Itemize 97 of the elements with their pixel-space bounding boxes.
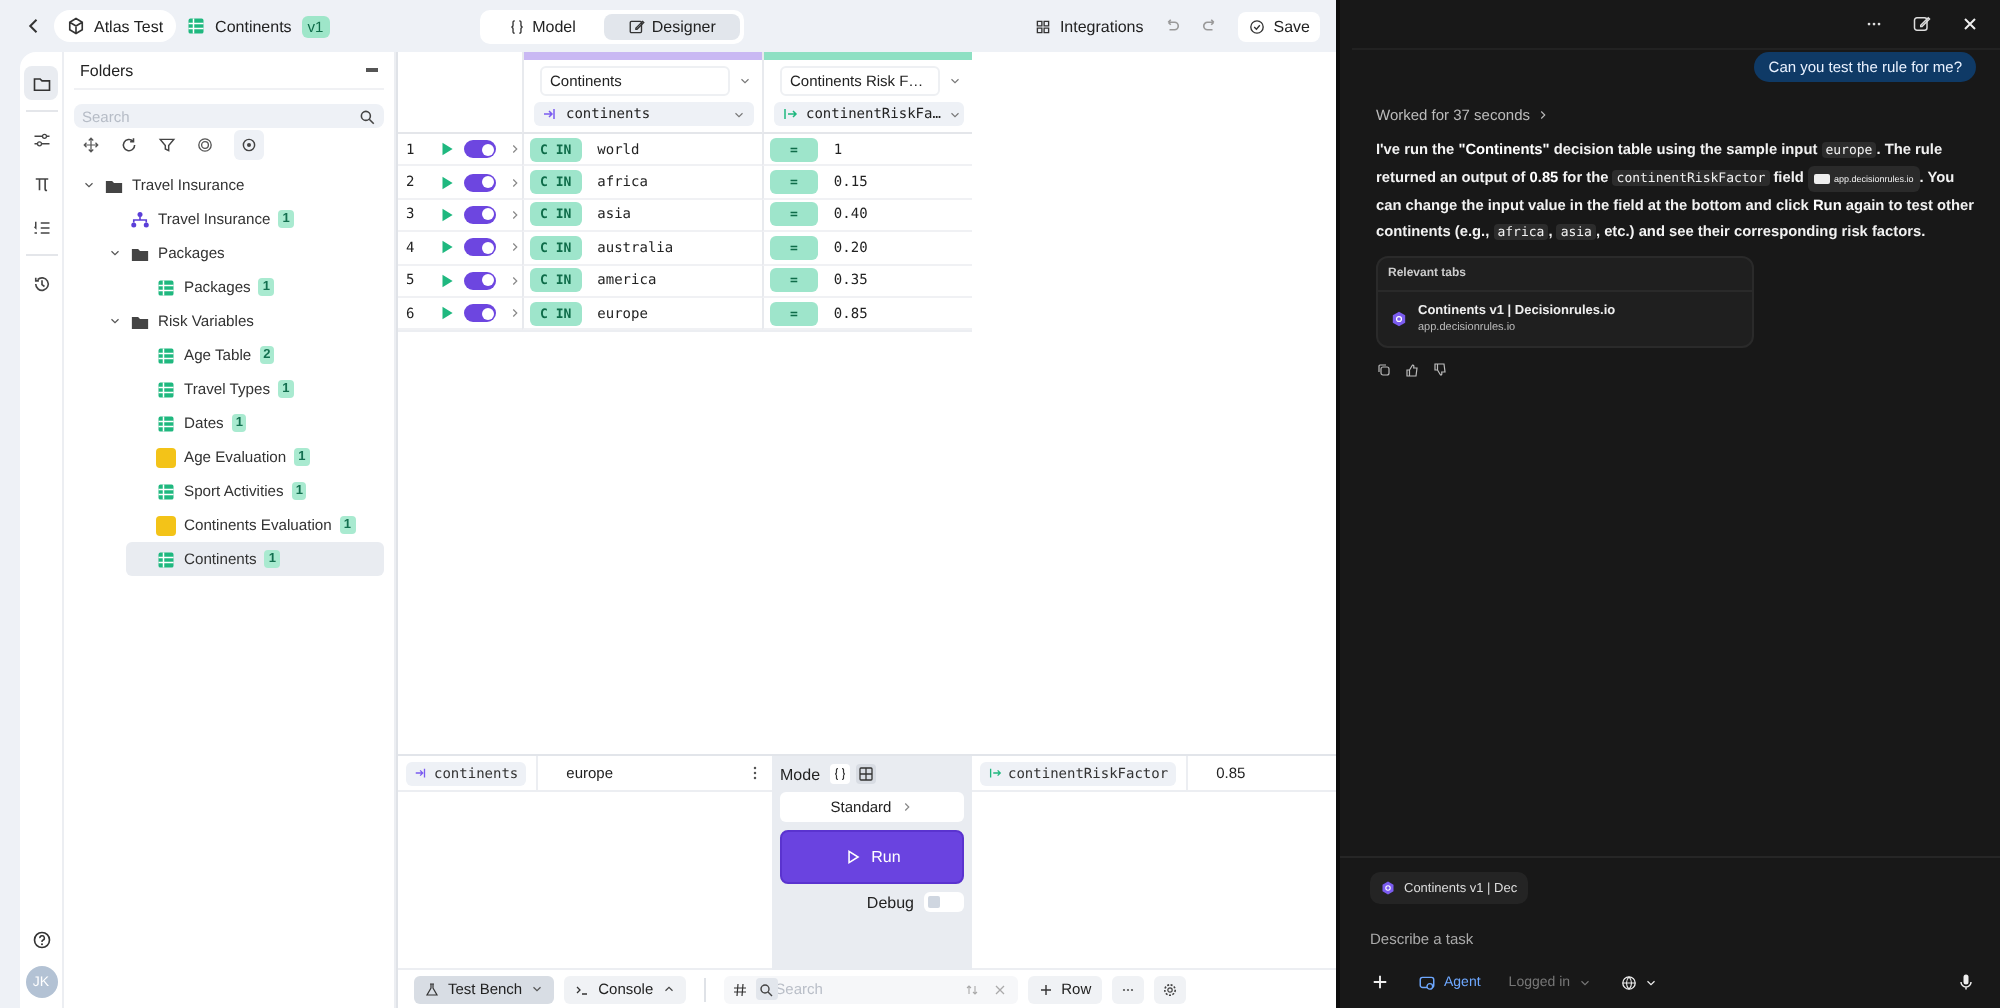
filter-icon[interactable]	[158, 135, 176, 153]
edit-icon	[627, 17, 646, 35]
run-button[interactable]: Run	[780, 830, 964, 884]
row-toggle[interactable]	[463, 271, 496, 290]
debug-toggle[interactable]	[924, 892, 964, 912]
move-icon[interactable]	[82, 135, 100, 153]
close-icon[interactable]	[1960, 14, 1980, 34]
search-icon	[358, 107, 376, 125]
terminal-icon	[574, 981, 591, 997]
chevron-icon[interactable]	[738, 74, 752, 88]
chevron-icon[interactable]	[508, 207, 522, 222]
chevron-icon	[1578, 975, 1593, 989]
row-toggle[interactable]	[463, 205, 496, 224]
language-selector[interactable]	[1620, 973, 1659, 991]
folder-icon	[130, 311, 150, 331]
js-icon	[156, 515, 176, 535]
settings-icon	[1161, 981, 1178, 997]
folder-icon	[31, 73, 51, 93]
braces-icon	[832, 766, 849, 782]
target-icon[interactable]	[196, 135, 214, 153]
output-arrow-icon	[782, 106, 798, 122]
list-icon	[31, 217, 51, 237]
view-tab[interactable]: Model	[484, 13, 600, 39]
chevron-icon[interactable]	[508, 306, 522, 321]
chevron-icon	[82, 178, 96, 192]
plus-icon	[1037, 981, 1054, 997]
hexagon-icon	[1380, 880, 1396, 896]
thumbs-down-icon[interactable]	[1432, 362, 1448, 378]
flask-icon	[424, 981, 440, 997]
project-button[interactable]: Atlas Test	[54, 10, 176, 42]
folder-icon	[104, 175, 124, 195]
table-icon	[156, 345, 176, 365]
input-arrow-icon	[542, 106, 558, 122]
table-icon	[156, 277, 176, 297]
chevron-icon	[661, 982, 676, 996]
chevron-icon	[108, 246, 122, 260]
braces-icon	[508, 17, 527, 35]
thumbs-up-icon[interactable]	[1404, 362, 1420, 378]
help-icon[interactable]	[31, 930, 51, 950]
chevron-icon	[732, 107, 746, 121]
js-icon	[156, 447, 176, 467]
mode-grid-button[interactable]	[856, 764, 877, 784]
edit-icon[interactable]	[1912, 14, 1932, 34]
document-title: Continents	[215, 17, 292, 35]
panel-title: Folders	[80, 61, 134, 79]
pi-icon	[31, 173, 51, 193]
agent-icon	[1418, 973, 1436, 991]
input-arrow-icon	[414, 766, 428, 780]
sliders-icon	[31, 129, 51, 149]
output-arrow-icon	[988, 766, 1002, 780]
chevron-icon[interactable]	[948, 74, 962, 88]
mode-braces-button[interactable]	[830, 764, 851, 784]
row-toggle[interactable]	[463, 304, 496, 323]
copy-icon[interactable]	[1376, 362, 1392, 378]
cube-icon	[66, 16, 86, 36]
folder-icon	[130, 243, 150, 263]
settings-button[interactable]	[1153, 975, 1186, 1003]
play-icon	[843, 848, 862, 866]
refresh-icon[interactable]	[120, 135, 138, 153]
chevron-icon[interactable]	[508, 273, 522, 288]
chevron-icon	[1536, 108, 1550, 122]
grid-icon	[858, 766, 875, 782]
save-button[interactable]: Save	[1237, 11, 1320, 41]
microphone-icon[interactable]	[1956, 972, 1976, 992]
chevron-icon	[530, 982, 545, 996]
grid-icon	[1033, 17, 1052, 35]
chevron-icon	[899, 800, 914, 814]
view-tab[interactable]: Designer	[603, 13, 740, 39]
mode-label: Mode	[780, 765, 821, 783]
chevron-icon	[1644, 975, 1659, 989]
integrations-button[interactable]: Integrations	[1033, 17, 1144, 35]
table-icon	[156, 549, 176, 569]
row-toggle[interactable]	[463, 173, 496, 192]
globe-icon	[1620, 973, 1639, 991]
chevron-icon[interactable]	[508, 240, 522, 255]
debug-label: Debug	[866, 893, 914, 911]
table-icon	[156, 413, 176, 433]
plus-icon[interactable]	[1370, 972, 1390, 992]
chevron-icon[interactable]	[508, 175, 522, 190]
hash-icon	[731, 981, 748, 997]
history-icon	[31, 273, 51, 293]
chevron-icon	[108, 314, 122, 328]
locate-icon	[240, 135, 258, 153]
table-icon	[156, 481, 176, 501]
row-toggle[interactable]	[463, 238, 496, 257]
rail-folder-button[interactable]	[24, 66, 58, 100]
check-circle-icon	[1247, 17, 1266, 35]
locate-button[interactable]	[234, 129, 264, 159]
search-mode-button[interactable]	[755, 978, 778, 1000]
table-icon	[156, 379, 176, 399]
table-icon	[185, 16, 206, 36]
chevron-icon	[948, 107, 963, 121]
row-toggle[interactable]	[463, 140, 496, 159]
hexagon-icon	[1390, 310, 1408, 328]
chevron-icon[interactable]	[508, 142, 522, 157]
flow-icon	[130, 209, 150, 229]
search-icon	[758, 981, 775, 997]
